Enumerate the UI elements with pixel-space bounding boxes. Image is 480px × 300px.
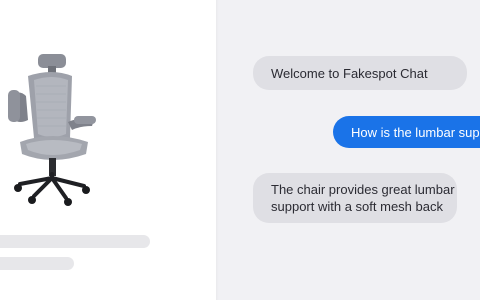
user-message-bubble: How is the lumbar sup [333, 116, 480, 148]
bot-message-bubble: The chair provides great lumbar support … [253, 173, 457, 223]
chat-screen: Welcome to Fakespot Chat How is the lumb… [0, 0, 480, 300]
message-text: Welcome to Fakespot Chat [271, 65, 428, 81]
message-text-line: The chair provides great lumbar [271, 182, 455, 197]
text-placeholder-line [0, 257, 74, 270]
product-card [0, 0, 216, 300]
office-chair-image [8, 54, 96, 206]
message-text-line: support with a soft mesh back [271, 199, 443, 214]
bot-message-bubble: Welcome to Fakespot Chat [253, 56, 467, 90]
message-text: How is the lumbar sup [351, 124, 480, 140]
text-placeholder-line [0, 235, 150, 248]
